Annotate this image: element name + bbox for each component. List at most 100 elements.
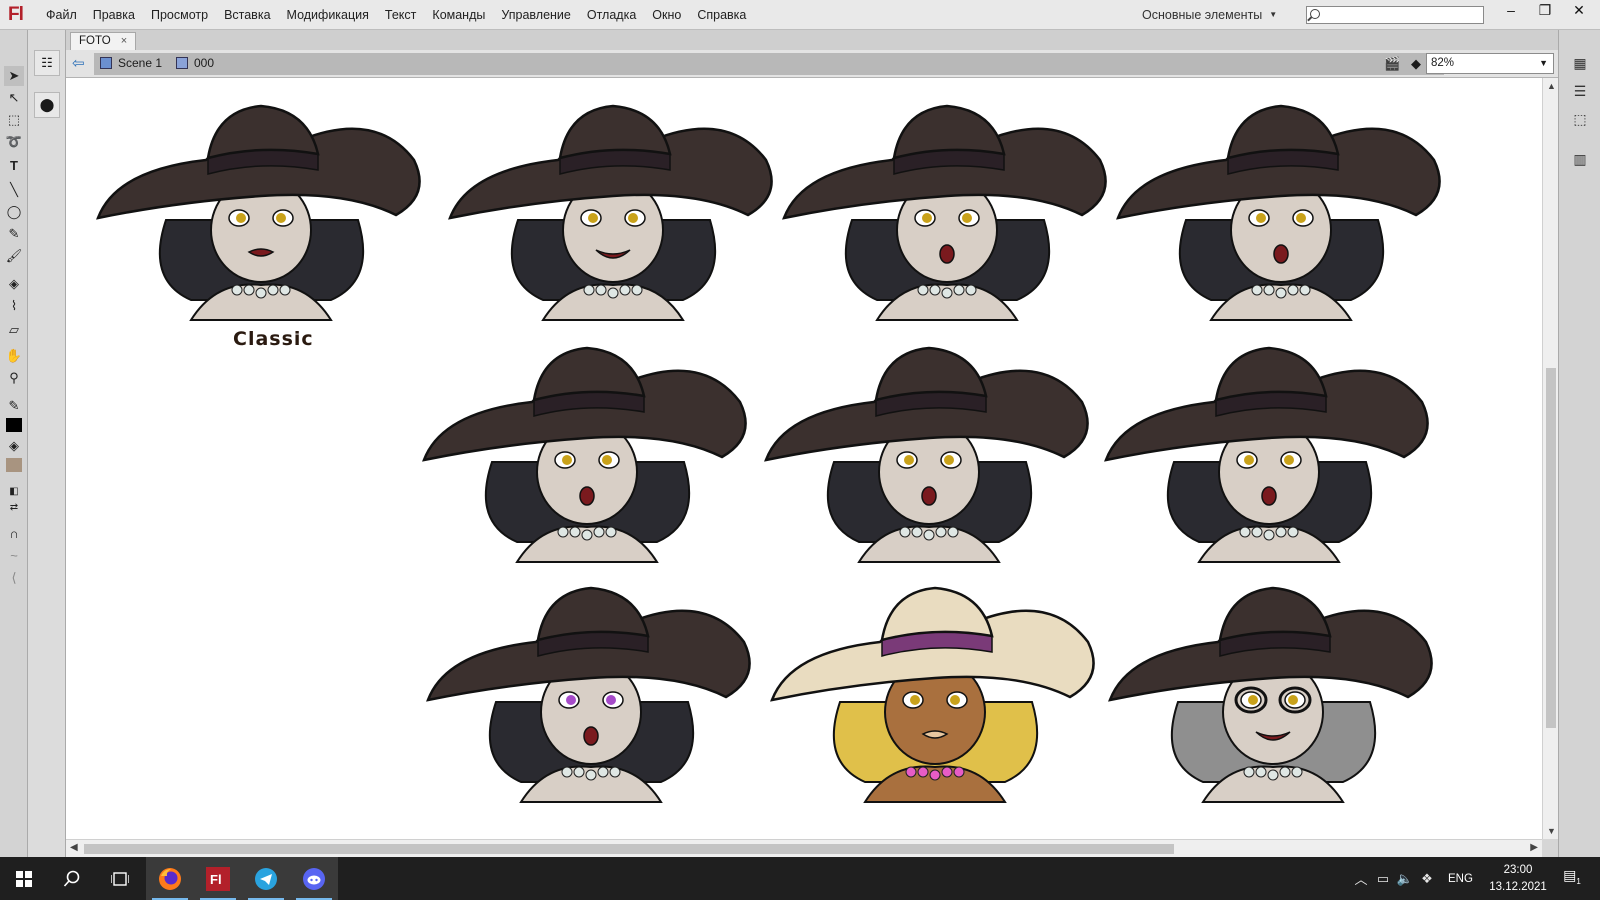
brush-tool-icon[interactable]: 🖌 xyxy=(4,246,24,266)
free-transform-tool-icon[interactable]: ⬚ xyxy=(4,110,24,130)
selection-tool-icon[interactable]: ➤ xyxy=(4,66,24,86)
clock[interactable]: 23:00 13.12.2021 xyxy=(1478,862,1558,896)
scene-icon xyxy=(100,57,112,69)
paint-bucket-tool-icon[interactable]: ◈ xyxy=(4,274,24,294)
breadcrumb-symbol[interactable]: 000 xyxy=(176,56,214,70)
stage-canvas[interactable]: Classic xyxy=(66,78,1542,839)
breadcrumb-scene-label: Scene 1 xyxy=(118,56,163,70)
align-panel-icon[interactable]: ☰ xyxy=(1569,80,1591,102)
workspace-label: Основные элементы xyxy=(1142,7,1263,22)
portraits-layer xyxy=(96,104,1441,803)
library-panel-icon[interactable]: ⬤ xyxy=(34,92,60,118)
lasso-tool-icon[interactable]: ➰ xyxy=(4,132,24,152)
minimize-button[interactable]: ‒ xyxy=(1494,0,1528,22)
menu-window[interactable]: Окно xyxy=(644,4,689,26)
clock-date: 13.12.2021 xyxy=(1489,881,1547,893)
zoom-tool-icon[interactable]: ⚲ xyxy=(4,368,24,388)
svg-text:Fl: Fl xyxy=(210,872,222,887)
horizontal-scroll-thumb[interactable] xyxy=(84,844,1174,854)
firefox-icon[interactable] xyxy=(146,857,194,900)
pencil-tool-icon[interactable]: ✎ xyxy=(4,224,24,244)
chevron-down-icon: ▼ xyxy=(1539,58,1548,68)
search-field[interactable] xyxy=(1306,6,1484,24)
zoom-value: 82% xyxy=(1431,57,1455,69)
notifications-icon[interactable]: ▤1 xyxy=(1560,867,1584,891)
horizontal-scrollbar[interactable]: ◀ ▶ xyxy=(66,839,1542,857)
oval-tool-icon[interactable]: ◯ xyxy=(4,202,24,222)
edit-symbol-icon[interactable]: ◆ xyxy=(1408,56,1424,72)
zoom-select[interactable]: 82% ▼ xyxy=(1426,53,1554,74)
vertical-scrollbar[interactable]: ▲ ▼ xyxy=(1542,78,1558,839)
windows-start-icon[interactable] xyxy=(0,857,48,900)
app-logo: Fl xyxy=(8,4,24,25)
discord-icon[interactable] xyxy=(290,857,338,900)
swap-colors-icon[interactable]: ⇄ xyxy=(4,498,24,518)
portrait-glasses xyxy=(1108,586,1433,803)
properties-panel-icon[interactable]: ☷ xyxy=(34,50,60,76)
close-tab-icon[interactable]: × xyxy=(121,33,127,50)
snap-magnet-icon[interactable]: ∩ xyxy=(4,524,24,544)
taskbar-search-icon[interactable] xyxy=(48,857,96,900)
color-panel-icon[interactable]: ▦ xyxy=(1569,52,1591,74)
close-button[interactable]: ✕ xyxy=(1562,0,1596,22)
line-tool-icon[interactable]: ╲ xyxy=(4,180,24,200)
symbol-icon xyxy=(176,57,188,69)
menu-commands[interactable]: Команды xyxy=(424,4,493,26)
language-indicator[interactable]: ENG xyxy=(1448,873,1473,885)
workspace-switcher[interactable]: Основные элементы ▼ xyxy=(1142,0,1277,29)
breadcrumb-symbol-label: 000 xyxy=(194,56,215,70)
show-hidden-icons-icon[interactable]: ︿ xyxy=(1350,869,1372,888)
eyedropper-tool-icon[interactable]: ⌇ xyxy=(4,296,24,316)
portrait-hypno xyxy=(426,586,751,803)
system-tray: ︿ ▭ 🔈 ❖ ENG xyxy=(1350,857,1473,900)
subselection-tool-icon[interactable]: ↖ xyxy=(4,88,24,108)
scroll-right-icon[interactable]: ▶ xyxy=(1530,842,1538,853)
flash-app-icon[interactable]: Fl xyxy=(194,857,242,900)
menu-bar: Fl Файл Правка Просмотр Вставка Модифика… xyxy=(0,0,1600,30)
document-tab-title: FOTO xyxy=(79,35,111,47)
fill-color-swatch[interactable] xyxy=(6,458,22,472)
text-tool-icon[interactable]: T xyxy=(4,156,24,176)
document-tabs: FOTO × xyxy=(66,30,1558,50)
right-panel-strip: ▦ ☰ ⬚ ▥ xyxy=(1558,30,1600,857)
stroke-color-swatch[interactable] xyxy=(6,418,22,432)
portrait-surprised xyxy=(1116,104,1441,321)
network-icon[interactable]: ▭ xyxy=(1372,871,1394,887)
breadcrumb: Scene 1 000 xyxy=(94,53,1444,75)
menu-insert[interactable]: Вставка xyxy=(216,4,278,26)
document-tab[interactable]: FOTO × xyxy=(70,32,137,50)
transform-panel-icon[interactable]: ⬚ xyxy=(1569,108,1591,130)
hand-tool-icon[interactable]: ✋ xyxy=(4,346,24,366)
fill-bucket-icon[interactable]: ◈ xyxy=(4,436,24,456)
portrait-variant-5 xyxy=(422,346,747,563)
menu-view[interactable]: Просмотр xyxy=(143,4,216,26)
maximize-button[interactable]: ❐ xyxy=(1528,0,1562,22)
menu-control[interactable]: Управление xyxy=(493,4,579,26)
portrait-variant-7 xyxy=(1104,346,1429,563)
dropbox-icon[interactable]: ❖ xyxy=(1416,871,1438,887)
eraser-tool-icon[interactable]: ▱ xyxy=(4,320,24,340)
menu-file[interactable]: Файл xyxy=(38,4,85,26)
scroll-up-icon[interactable]: ▲ xyxy=(1547,81,1556,91)
menu-help[interactable]: Справка xyxy=(689,4,754,26)
telegram-icon[interactable] xyxy=(242,857,290,900)
back-arrow-icon[interactable]: ⇦ xyxy=(72,54,85,72)
menu-modify[interactable]: Модификация xyxy=(279,4,377,26)
menu-debug[interactable]: Отладка xyxy=(579,4,644,26)
scroll-down-icon[interactable]: ▼ xyxy=(1547,826,1556,836)
vertical-scroll-thumb[interactable] xyxy=(1546,368,1556,728)
volume-icon[interactable]: 🔈 xyxy=(1394,871,1416,887)
straighten-icon[interactable]: ⟨ xyxy=(4,568,24,588)
breadcrumb-scene[interactable]: Scene 1 xyxy=(100,56,162,70)
menu-edit[interactable]: Правка xyxy=(85,4,143,26)
scroll-left-icon[interactable]: ◀ xyxy=(70,842,78,853)
smooth-icon[interactable]: ~ xyxy=(4,546,24,566)
menu-text[interactable]: Текст xyxy=(377,4,424,26)
edit-bar: ⇦ Scene 1 000 🎬 ◆ 82% ▼ xyxy=(66,50,1558,78)
portrait-smile xyxy=(448,104,773,321)
stroke-color-icon[interactable]: ✎ xyxy=(4,396,24,416)
edit-scene-icon[interactable]: 🎬 xyxy=(1384,56,1400,72)
library-books-icon[interactable]: ▥ xyxy=(1569,148,1591,170)
search-input[interactable] xyxy=(1323,7,1481,23)
task-view-icon[interactable] xyxy=(96,857,144,900)
